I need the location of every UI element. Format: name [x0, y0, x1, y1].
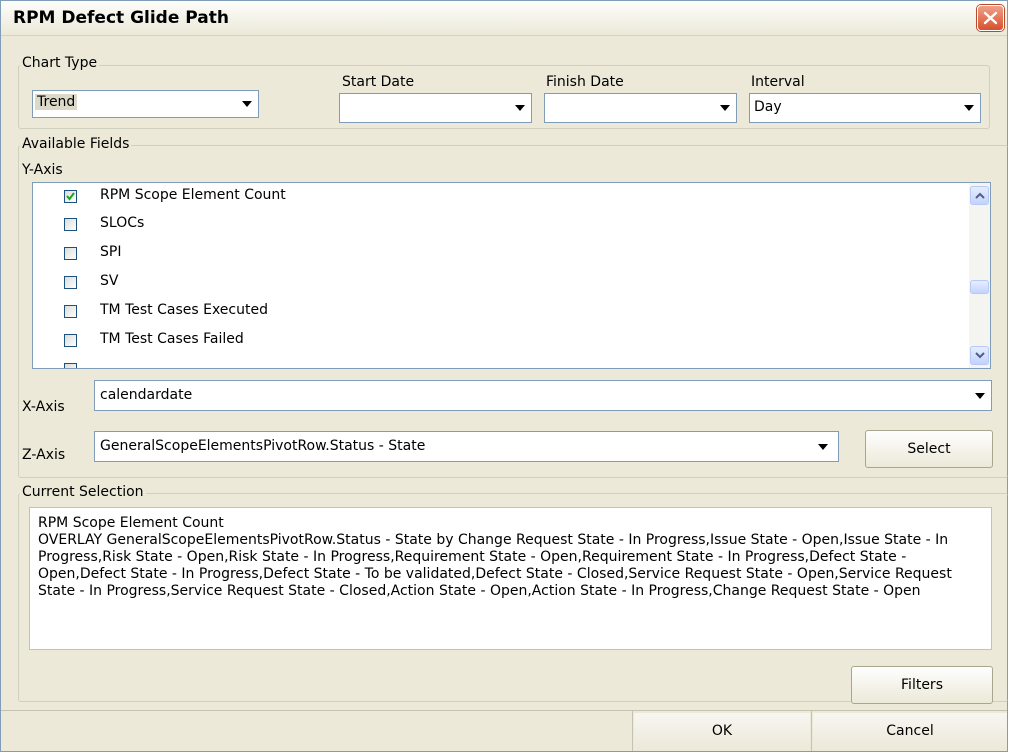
interval-select[interactable]: Day [749, 93, 981, 123]
y-axis-label: Y-Axis [22, 162, 63, 178]
chevron-up-icon [975, 192, 985, 199]
list-item[interactable] [33, 356, 963, 368]
cancel-button-label: Cancel [886, 723, 934, 739]
current-selection-content: RPM Scope Element Count OVERLAY GeneralS… [38, 515, 952, 599]
window-title: RPM Defect Glide Path [13, 8, 230, 28]
list-item-label: SPI [100, 244, 122, 260]
start-date-select[interactable] [339, 93, 532, 123]
x-axis-label: X-Axis [22, 399, 65, 415]
close-button[interactable] [977, 5, 1004, 31]
dropdown-arrow-icon [818, 443, 828, 450]
dropdown-arrow-icon [515, 105, 525, 111]
scroll-up-button[interactable] [970, 186, 989, 205]
dropdown-arrow-icon [975, 392, 985, 399]
interval-label: Interval [751, 74, 805, 90]
checkbox[interactable] [64, 363, 77, 368]
select-button-label: Select [907, 441, 951, 457]
y-axis-field-list[interactable]: RPM Scope Element Count SLOCs SPI SV TM … [32, 182, 991, 369]
x-axis-value: calendardate [100, 387, 193, 403]
chevron-down-icon [975, 352, 985, 359]
list-item-label: RPM Scope Element Count [100, 187, 286, 203]
list-item[interactable]: RPM Scope Element Count [33, 183, 963, 211]
checkbox[interactable] [64, 305, 77, 318]
interval-value: Day [754, 99, 782, 115]
select-button[interactable]: Select [865, 430, 993, 468]
ok-button-label: OK [711, 723, 733, 739]
ok-button[interactable]: OK [634, 713, 810, 751]
checkbox[interactable] [64, 218, 77, 231]
z-axis-select[interactable]: GeneralScopeElementsPivotRow.Status - St… [94, 431, 839, 462]
checkbox[interactable] [64, 276, 77, 289]
list-item-label: SV [100, 273, 119, 289]
list-item[interactable]: TM Test Cases Executed [33, 298, 963, 326]
x-axis-select[interactable]: calendardate [94, 380, 992, 411]
filters-button-label: Filters [901, 677, 943, 693]
title-bar[interactable]: RPM Defect Glide Path [1, 1, 1007, 36]
checkmark-icon [66, 192, 75, 201]
list-item[interactable]: SV [33, 269, 963, 297]
list-item[interactable]: SPI [33, 240, 963, 268]
checkbox[interactable] [64, 247, 77, 260]
chart-type-select[interactable]: Trend [32, 90, 259, 118]
current-selection-legend: Current Selection [20, 484, 146, 500]
finish-date-select[interactable] [544, 93, 737, 123]
dialog-window: RPM Defect Glide Path Chart Type Trend S… [0, 0, 1008, 752]
available-fields-legend: Available Fields [20, 136, 132, 152]
cancel-button[interactable]: Cancel [813, 713, 1007, 751]
dropdown-arrow-icon [720, 105, 730, 111]
dropdown-arrow-icon [242, 101, 252, 107]
list-item[interactable]: TM Test Cases Failed [33, 327, 963, 355]
footer-separator [811, 711, 812, 751]
list-item-label: SLOCs [100, 215, 145, 231]
start-date-label: Start Date [342, 74, 415, 90]
close-icon [983, 11, 998, 25]
footer-separator [632, 711, 633, 751]
z-axis-label: Z-Axis [22, 447, 66, 463]
list-item-label: TM Test Cases Executed [100, 302, 268, 318]
chart-type-legend: Chart Type [20, 55, 100, 71]
scroll-down-button[interactable] [970, 346, 989, 365]
z-axis-value: GeneralScopeElementsPivotRow.Status - St… [100, 438, 426, 454]
checkbox[interactable] [64, 334, 77, 347]
list-item-label: TM Test Cases Failed [100, 331, 244, 347]
chart-type-value: Trend [35, 94, 78, 110]
footer-divider [1, 710, 1007, 711]
vertical-scrollbar[interactable] [969, 183, 990, 368]
current-selection-text: RPM Scope Element Count OVERLAY GeneralS… [29, 507, 992, 650]
scroll-thumb[interactable] [970, 280, 989, 294]
filters-button[interactable]: Filters [851, 666, 993, 704]
checkbox[interactable] [64, 190, 77, 203]
dropdown-arrow-icon [964, 105, 974, 111]
list-item[interactable]: SLOCs [33, 211, 963, 239]
finish-date-label: Finish Date [546, 74, 624, 90]
